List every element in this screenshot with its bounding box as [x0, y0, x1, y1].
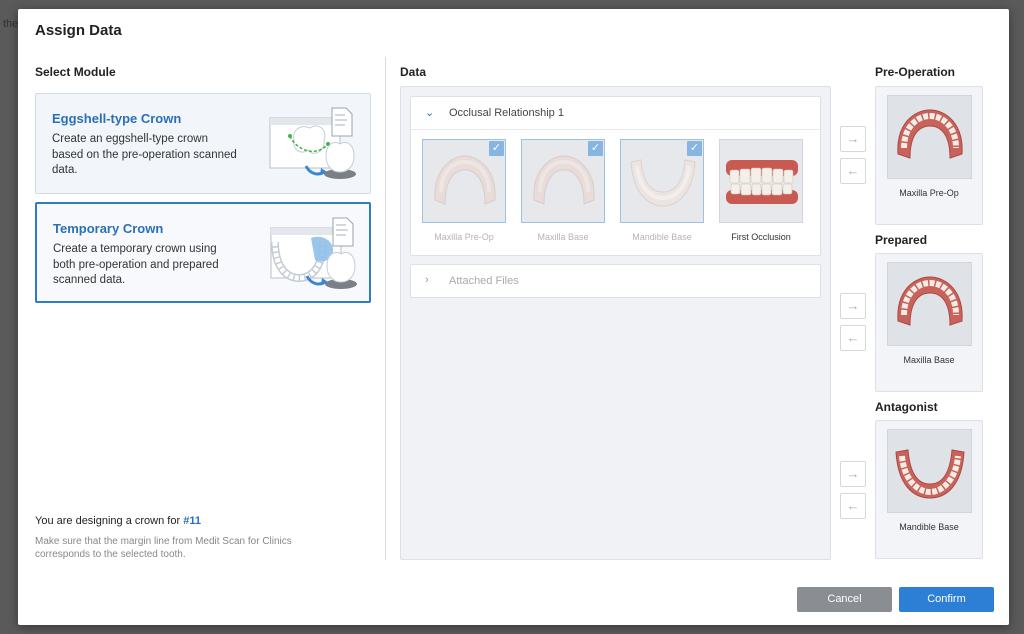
checkmark-icon[interactable]: ✓ [588, 141, 603, 156]
antagonist-heading: Antagonist [875, 400, 938, 414]
data-group-attached-files[interactable]: › Attached Files [410, 264, 821, 298]
pre-operation-slot[interactable]: Maxilla Pre-Op [875, 86, 983, 225]
occlusion-icon [720, 140, 803, 223]
scan-thumbnail [887, 429, 972, 513]
data-item-label: Mandible Base [632, 232, 692, 242]
temporary-crown-illustration-icon [270, 217, 357, 289]
module-description: Create an eggshell-type crown based on t… [52, 133, 237, 176]
data-item-label: Maxilla Pre-Op [434, 232, 494, 242]
data-item-label: First Occlusion [731, 232, 791, 242]
data-group-header[interactable]: › Attached Files [411, 265, 820, 298]
data-item-maxilla-pre-op[interactable]: ✓ Maxilla Pre-Op [422, 139, 506, 242]
slot-label: Maxilla Pre-Op [899, 188, 959, 198]
data-item-maxilla-base[interactable]: ✓ Maxilla Base [521, 139, 605, 242]
margin-line-note: Make sure that the margin line from Medi… [35, 536, 292, 560]
arrow-left-icon[interactable]: ← [840, 325, 866, 351]
designing-prefix: You are designing a crown for [35, 515, 184, 527]
arrow-left-icon[interactable]: ← [840, 493, 866, 519]
scan-thumbnail [887, 262, 972, 346]
prepared-heading: Prepared [875, 233, 928, 247]
data-item-mandible-base[interactable]: ✓ Mandible Base [620, 139, 704, 242]
checkmark-icon[interactable]: ✓ [489, 141, 504, 156]
module-name: Eggshell-type Crown [52, 111, 182, 126]
prepared-slot[interactable]: Maxilla Base [875, 253, 983, 392]
arrow-right-icon[interactable]: → [840, 461, 866, 487]
arrow-right-icon[interactable]: → [840, 293, 866, 319]
pre-operation-heading: Pre-Operation [875, 65, 956, 79]
data-item-first-occlusion[interactable]: First Occlusion [719, 139, 803, 242]
dialog-title: Assign Data [35, 22, 122, 39]
slot-label: Maxilla Base [903, 355, 955, 365]
select-module-heading: Select Module [35, 65, 116, 79]
scan-thumbnail: ✓ [521, 139, 605, 223]
confirm-button[interactable]: Confirm [899, 587, 994, 612]
chevron-right-icon[interactable]: › [425, 274, 429, 286]
data-group-header[interactable]: ⌄ Occlusal Relationship 1 [411, 97, 820, 130]
module-description: Create a temporary crown using both pre-… [53, 243, 219, 286]
maxilla-arch-icon [888, 263, 972, 346]
module-card-temporary-crown[interactable]: Temporary Crown Create a temporary crown… [35, 202, 371, 303]
column-divider [385, 57, 386, 560]
data-heading: Data [400, 65, 427, 79]
background-window-text: the [3, 18, 19, 30]
mandible-arch-icon [888, 430, 972, 513]
module-name: Temporary Crown [53, 221, 164, 236]
data-group-label: Attached Files [449, 275, 519, 287]
eggshell-crown-illustration-icon [269, 107, 356, 179]
scan-thumbnail [719, 139, 803, 223]
cancel-button[interactable]: Cancel [797, 587, 892, 612]
slot-label: Mandible Base [899, 522, 959, 532]
arrow-right-icon[interactable]: → [840, 126, 866, 152]
checkmark-icon[interactable]: ✓ [687, 141, 702, 156]
designing-tooth-info: You are designing a crown for #11 [35, 515, 201, 527]
data-group-label: Occlusal Relationship 1 [449, 107, 564, 119]
module-card-eggshell-crown[interactable]: Eggshell-type Crown Create an eggshell-t… [35, 93, 371, 194]
data-group-occlusal-relationship: ⌄ Occlusal Relationship 1 ✓ Maxilla Pre-… [410, 96, 821, 256]
chevron-down-icon[interactable]: ⌄ [425, 106, 434, 119]
maxilla-arch-icon [888, 96, 972, 179]
scan-thumbnail: ✓ [620, 139, 704, 223]
arrow-left-icon[interactable]: ← [840, 158, 866, 184]
assign-data-dialog: Assign Data Select Module Eggshell-type … [18, 9, 1009, 625]
scan-thumbnail [887, 95, 972, 179]
scan-thumbnail: ✓ [422, 139, 506, 223]
data-panel: ⌄ Occlusal Relationship 1 ✓ Maxilla Pre-… [400, 86, 831, 560]
antagonist-slot[interactable]: Mandible Base [875, 420, 983, 559]
tooth-number: #11 [183, 515, 201, 527]
data-item-label: Maxilla Base [537, 232, 589, 242]
